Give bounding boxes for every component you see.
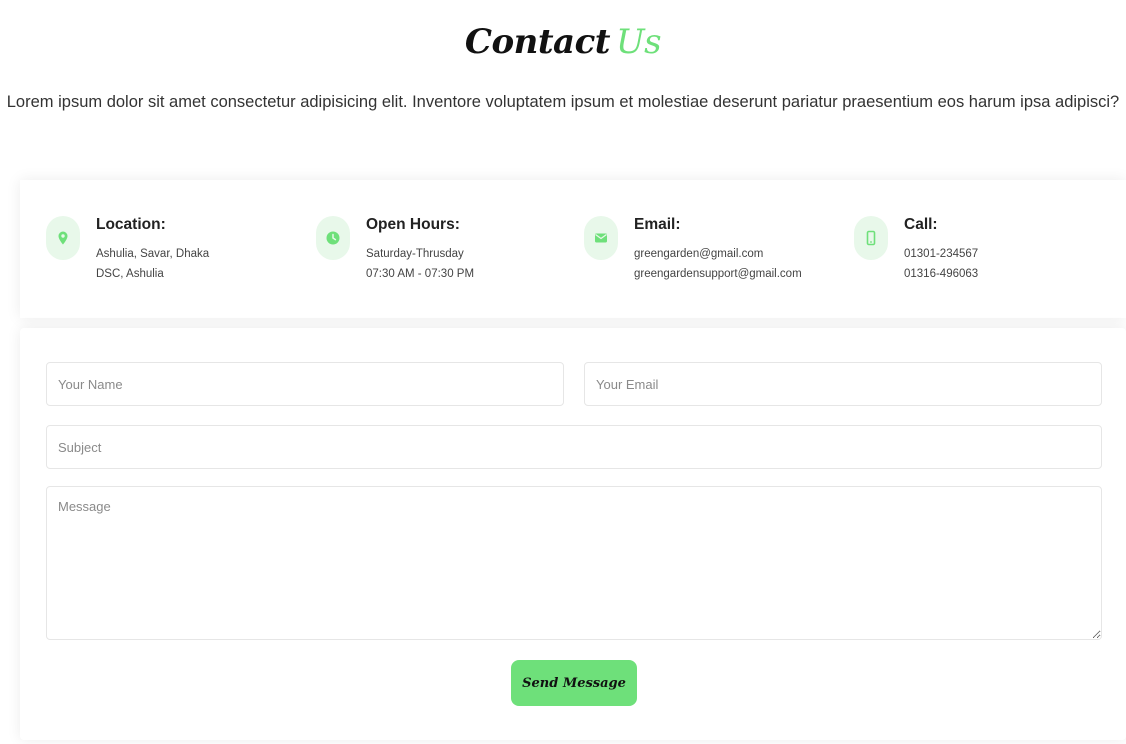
info-location-line-1: Ashulia, Savar, Dhaka [96,248,210,260]
map-pin-icon [46,216,80,260]
contact-info-bar: Location: Ashulia, Savar, Dhaka DSC, Ash… [20,180,1126,318]
info-location: Location: Ashulia, Savar, Dhaka DSC, Ash… [46,216,209,284]
info-email: Email: greengarden@gmail.com greengarden… [584,216,802,284]
info-open-hours-line-2: 07:30 AM - 07:30 PM [366,268,475,280]
info-email-line-1: greengarden@gmail.com [634,248,764,260]
info-call-title: Call: [904,216,938,233]
contact-page: Contact Us Lorem ipsum dolor sit amet con… [0,0,1126,744]
info-open-hours-title: Open Hours: [366,216,460,233]
info-call: Call: 01301-234567 01316-496063 [854,216,978,284]
intro-text: Lorem ipsum dolor sit amet consectetur a… [6,93,1120,111]
info-email-title: Email: [634,216,681,233]
info-call-line-1: 01301-234567 [904,248,979,260]
message-textarea[interactable] [46,486,1102,640]
subject-input[interactable] [46,425,1102,469]
name-input[interactable] [46,362,564,406]
info-open-hours-line-1: Saturday-Thrusday [366,248,464,260]
info-location-title: Location: [96,216,166,233]
info-email-line-2: greengardensupport@gmail.com [634,268,802,280]
contact-form: Send Message [20,328,1126,740]
title-main: Contact [464,22,611,62]
info-open-hours: Open Hours: Saturday-Thrusday 07:30 AM -… [316,216,474,284]
envelope-icon [584,216,618,260]
send-message-button[interactable]: Send Message [511,660,637,706]
email-input[interactable] [584,362,1102,406]
title-accent: Us [616,22,662,62]
info-location-line-2: DSC, Ashulia [96,268,164,280]
mobile-phone-icon [854,216,888,260]
page-title: Contact Us [0,22,1126,62]
clock-icon [316,216,350,260]
info-call-line-2: 01316-496063 [904,268,979,280]
